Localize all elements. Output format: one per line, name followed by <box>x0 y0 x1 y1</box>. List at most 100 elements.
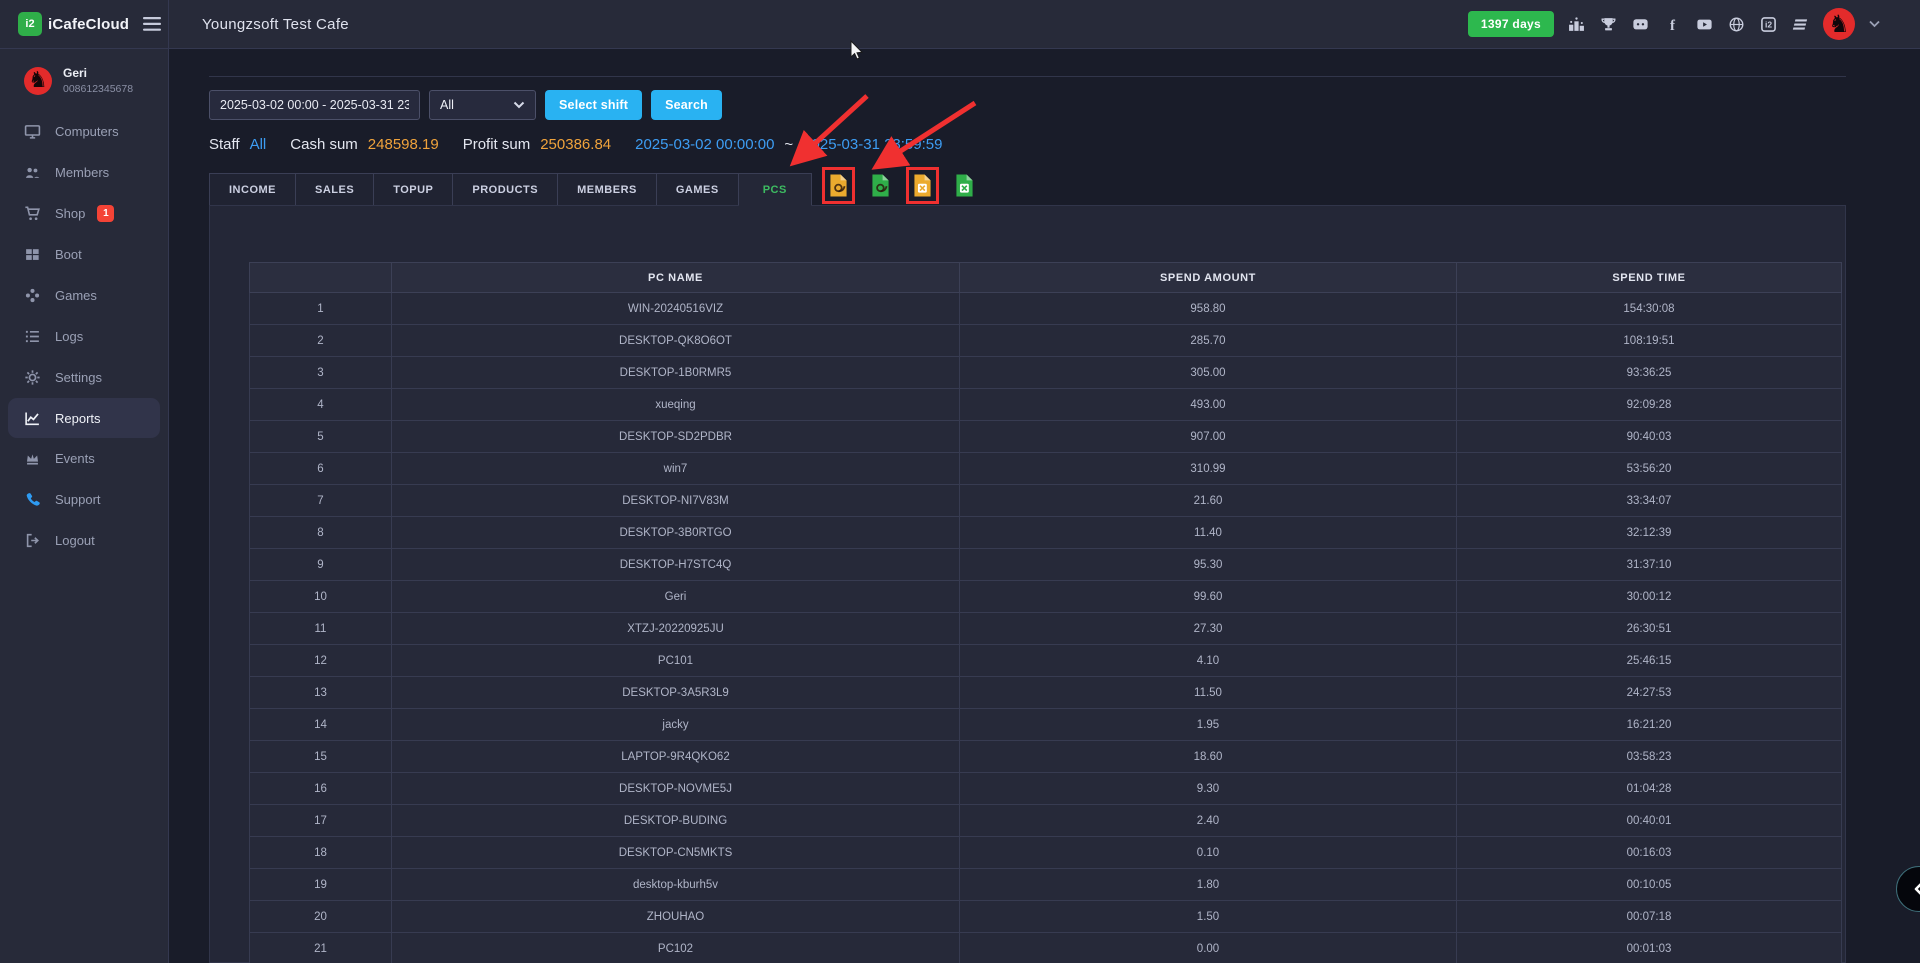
spend-time-cell: 92:09:28 <box>1457 389 1842 421</box>
spend-amount-cell: 310.99 <box>960 453 1457 485</box>
svg-text:f: f <box>1670 17 1676 32</box>
user-block: ♞ Geri 008612345678 <box>0 60 168 105</box>
table-row: 19desktop-kburh5v1.8000:10:05 <box>250 869 1842 901</box>
layers-icon[interactable] <box>1792 16 1809 33</box>
staff-label: Staff <box>209 136 240 153</box>
podium-icon[interactable] <box>1568 16 1585 33</box>
export-bar <box>822 167 981 204</box>
sidebar-item-settings[interactable]: Settings <box>0 357 168 398</box>
tab-products[interactable]: PRODUCTS <box>453 173 558 206</box>
spend-time-cell: 154:30:08 <box>1457 293 1842 325</box>
sidebar-item-label: Logs <box>55 329 83 344</box>
sidebar-item-games[interactable]: Games <box>0 275 168 316</box>
pc-name-cell: XTZJ-20220925JU <box>392 613 960 645</box>
row-number-cell: 12 <box>250 645 392 677</box>
tab-pcs[interactable]: PCS <box>739 173 812 206</box>
search-button[interactable]: Search <box>651 90 722 120</box>
license-days-badge[interactable]: 1397 days <box>1468 11 1554 37</box>
table-row: 18DESKTOP-CN5MKTS0.1000:16:03 <box>250 837 1842 869</box>
discord-icon[interactable] <box>1632 16 1649 33</box>
sidebar-item-boot[interactable]: Boot <box>0 234 168 275</box>
pc-name-cell: LAPTOP-9R4QKO62 <box>392 741 960 773</box>
spend-amount-cell: 18.60 <box>960 741 1457 773</box>
user-avatar[interactable]: ♞ <box>1823 8 1855 40</box>
youtube-icon[interactable] <box>1696 16 1713 33</box>
tab-games[interactable]: GAMES <box>657 173 739 206</box>
icafecloud-icon[interactable]: i2 <box>1760 16 1777 33</box>
top-header-bar: i2 iCafeCloud Youngzsoft Test Cafe 1397 … <box>0 0 1920 49</box>
export-pdf-yellow-icon[interactable] <box>822 167 855 204</box>
pc-name-cell: win7 <box>392 453 960 485</box>
chevron-down-icon[interactable] <box>1869 20 1880 28</box>
spend-amount-cell: 907.00 <box>960 421 1457 453</box>
summary-row: Staff All Cash sum 248598.19 Profit sum … <box>209 136 1846 153</box>
staff-select[interactable]: All <box>429 90 536 120</box>
sidebar-item-members[interactable]: Members <box>0 152 168 193</box>
row-number-cell: 14 <box>250 709 392 741</box>
sidebar-item-logout[interactable]: Logout <box>0 520 168 561</box>
sidebar-item-label: Events <box>55 451 95 466</box>
table-row: 4xueqing493.0092:09:28 <box>250 389 1842 421</box>
spend-time-cell: 00:07:18 <box>1457 901 1842 933</box>
trophy-icon[interactable] <box>1600 16 1617 33</box>
export-xls-yellow-icon[interactable] <box>906 167 939 204</box>
spend-time-cell: 00:16:03 <box>1457 837 1842 869</box>
spend-time-cell: 24:27:53 <box>1457 677 1842 709</box>
sidebar-item-computers[interactable]: Computers <box>0 111 168 152</box>
facebook-icon[interactable]: f <box>1664 16 1681 33</box>
period-tilde: ~ <box>784 136 793 153</box>
spend-amount-cell: 99.60 <box>960 581 1457 613</box>
sidebar-item-label: Logout <box>55 533 95 548</box>
report-panel: PC NAMESPEND AMOUNTSPEND TIME 1WIN-20240… <box>209 205 1846 963</box>
sidebar: ♞ Geri 008612345678 Computers Members Shop… <box>0 49 169 963</box>
sidebar-item-label: Boot <box>55 247 82 262</box>
sidebar-item-label: Shop <box>55 206 85 221</box>
pc-name-cell: DESKTOP-CN5MKTS <box>392 837 960 869</box>
staff-select-value: All <box>440 98 454 112</box>
spend-amount-cell: 285.70 <box>960 325 1457 357</box>
row-number-cell: 9 <box>250 549 392 581</box>
staff-filter-value[interactable]: All <box>250 136 267 153</box>
spend-time-cell: 25:46:15 <box>1457 645 1842 677</box>
table-row: 10Geri99.6030:00:12 <box>250 581 1842 613</box>
globe-icon[interactable] <box>1728 16 1745 33</box>
tab-members[interactable]: MEMBERS <box>558 173 657 206</box>
table-row: 16DESKTOP-NOVME5J9.3001:04:28 <box>250 773 1842 805</box>
table-row: 15LAPTOP-9R4QKO6218.6003:58:23 <box>250 741 1842 773</box>
table-row: 7DESKTOP-NI7V83M21.6033:34:07 <box>250 485 1842 517</box>
tab-income[interactable]: INCOME <box>209 173 296 206</box>
sidebar-item-label: Support <box>55 492 101 507</box>
sidebar-item-reports[interactable]: Reports <box>8 398 160 438</box>
tab-sales[interactable]: SALES <box>296 173 374 206</box>
spend-time-cell: 31:37:10 <box>1457 549 1842 581</box>
spend-amount-cell: 1.50 <box>960 901 1457 933</box>
sidebar-item-events[interactable]: Events <box>0 438 168 479</box>
tab-topup[interactable]: TOPUP <box>374 173 453 206</box>
spend-time-cell: 53:56:20 <box>1457 453 1842 485</box>
pc-name-cell: PC102 <box>392 933 960 963</box>
table-row: 12PC1014.1025:46:15 <box>250 645 1842 677</box>
pc-name-cell: DESKTOP-3B0RTGO <box>392 517 960 549</box>
list-icon <box>24 328 42 345</box>
hamburger-menu-icon[interactable] <box>143 17 161 31</box>
table-row: 11XTZJ-20220925JU27.3026:30:51 <box>250 613 1842 645</box>
export-pdf-green-icon[interactable] <box>864 167 897 204</box>
cash-sum-value: 248598.19 <box>368 136 439 153</box>
phone-icon <box>24 491 42 508</box>
date-range-input[interactable] <box>209 90 420 120</box>
sidebar-item-label: Members <box>55 165 109 180</box>
export-xls-green-icon[interactable] <box>948 167 981 204</box>
row-number-cell: 4 <box>250 389 392 421</box>
profit-sum-value: 250386.84 <box>540 136 611 153</box>
sidebar-item-shop[interactable]: Shop 1 <box>0 193 168 234</box>
spend-amount-cell: 0.00 <box>960 933 1457 963</box>
row-number-cell: 17 <box>250 805 392 837</box>
sidebar-item-support[interactable]: Support <box>0 479 168 520</box>
brand-area: i2 iCafeCloud <box>0 0 169 48</box>
select-shift-button[interactable]: Select shift <box>545 90 642 120</box>
icafecloud-logo-icon: i2 <box>18 12 42 36</box>
pc-name-cell: DESKTOP-NI7V83M <box>392 485 960 517</box>
spend-time-cell: 30:00:12 <box>1457 581 1842 613</box>
shop-badge: 1 <box>97 205 114 222</box>
sidebar-item-logs[interactable]: Logs <box>0 316 168 357</box>
